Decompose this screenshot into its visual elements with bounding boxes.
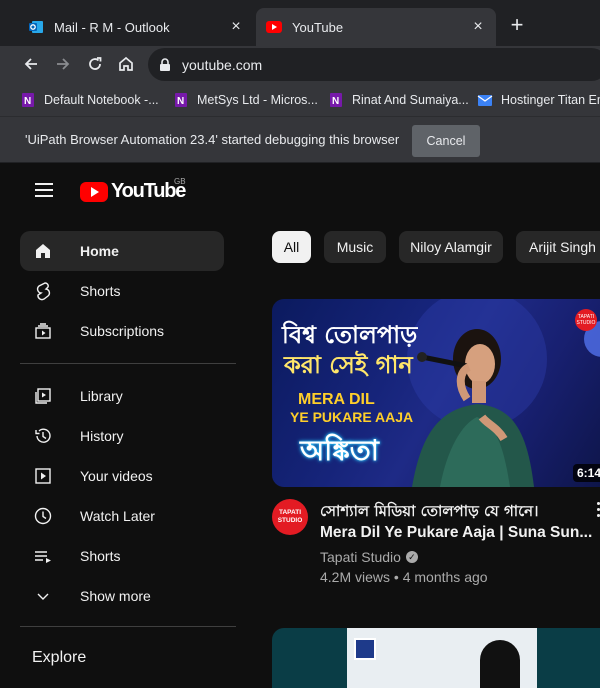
sidebar-item-label: Library — [80, 388, 123, 404]
meta-separator: • — [393, 569, 403, 585]
playlist-icon — [32, 546, 54, 566]
tab-title: Mail - R M - Outlook — [54, 19, 170, 35]
sidebar-item-label: Shorts — [80, 283, 121, 299]
cancel-button[interactable]: Cancel — [412, 125, 480, 157]
video-thumbnail[interactable] — [272, 628, 600, 688]
close-icon[interactable]: × — [470, 19, 486, 35]
forward-arrow-icon[interactable] — [52, 53, 74, 75]
upload-age: 4 months ago — [402, 569, 488, 585]
sidebar-item-show-more[interactable]: Show more — [20, 576, 224, 616]
svg-text:N: N — [332, 96, 339, 107]
library-icon — [32, 386, 54, 406]
sidebar-item-shorts-playlist[interactable]: Shorts — [20, 536, 224, 576]
sidebar-item-label: Shorts — [80, 548, 121, 564]
debugging-message: 'UiPath Browser Automation 23.4' started… — [25, 132, 400, 147]
browser-tab-strip: Mail - R M - Outlook × YouTube × + — [0, 0, 600, 46]
bookmark-item[interactable]: Hostinger Titan Em — [477, 91, 600, 109]
bookmarks-bar: N Default Notebook -... N MetSys Ltd - M… — [0, 83, 600, 117]
address-bar[interactable]: youtube.com — [148, 48, 600, 81]
bookmark-label: Hostinger Titan Em — [501, 93, 600, 107]
reload-icon[interactable] — [84, 53, 106, 75]
bookmark-label: Default Notebook -... — [44, 93, 159, 107]
explore-heading: Explore — [32, 649, 87, 666]
shorts-icon — [32, 281, 54, 301]
hamburger-menu-icon[interactable] — [35, 183, 53, 197]
chip-all[interactable]: All — [272, 231, 311, 263]
subscriptions-icon — [32, 321, 54, 341]
close-icon[interactable]: × — [228, 19, 244, 35]
youtube-page: YouTube GB Home Shorts Subscriptions Lib… — [7, 163, 600, 688]
chip-arijit-singh[interactable]: Arijit Singh — [516, 231, 600, 263]
outlook-icon — [28, 19, 44, 35]
bookmark-item[interactable]: N Default Notebook -... — [20, 91, 159, 109]
home-icon — [32, 241, 54, 261]
mail-icon — [477, 92, 493, 108]
view-count: 4.2M views — [320, 569, 391, 585]
channel-name-row[interactable]: Tapati Studio ✓ — [320, 549, 418, 565]
tab-youtube[interactable]: YouTube × — [256, 8, 496, 46]
lock-icon[interactable] — [158, 57, 172, 72]
channel-name: Tapati Studio — [320, 549, 401, 565]
channel-watermark: TAPATI STUDIO — [575, 309, 597, 331]
onenote-icon: N — [328, 92, 344, 108]
chevron-down-icon — [32, 586, 54, 606]
sidebar-item-library[interactable]: Library — [20, 376, 224, 416]
home-icon[interactable] — [115, 53, 137, 75]
youtube-play-icon — [80, 181, 108, 202]
thumbnail-caption: করা সেই গান — [284, 351, 413, 379]
video-title-continued[interactable]: Mera Dil Ye Pukare Aaja | Suna Sun... — [320, 524, 592, 542]
video-thumbnail[interactable]: বিশ্ব তোলপাড় করা সেই গান MERA DIL YE PU… — [272, 299, 600, 487]
sidebar-divider — [20, 626, 236, 627]
youtube-icon — [266, 19, 282, 35]
new-tab-button[interactable]: + — [504, 13, 530, 39]
youtube-logo[interactable]: YouTube GB — [80, 177, 186, 203]
sidebar-divider — [20, 363, 236, 364]
video-metadata: 4.2M views • 4 months ago — [320, 569, 488, 585]
tab-title: YouTube — [292, 19, 344, 35]
your-videos-icon — [32, 466, 54, 486]
onenote-icon: N — [20, 92, 36, 108]
video-duration: 6:14 — [573, 464, 600, 482]
sidebar-item-home[interactable]: Home — [20, 231, 224, 271]
sidebar-item-your-videos[interactable]: Your videos — [20, 456, 224, 496]
svg-text:N: N — [177, 96, 184, 107]
sidebar-item-label: Subscriptions — [80, 323, 165, 339]
country-code: GB — [174, 177, 186, 186]
history-icon — [32, 426, 54, 446]
channel-avatar[interactable]: TAPATI STUDIO — [272, 499, 308, 535]
bookmark-item[interactable]: N MetSys Ltd - Micros... — [173, 91, 318, 109]
sidebar-item-subscriptions[interactable]: Subscriptions — [20, 311, 224, 351]
sidebar-item-label: History — [80, 428, 124, 444]
video-title[interactable]: সোশ্যাল মিডিয়া তোলপাড় যে গানে। — [320, 500, 538, 525]
sidebar-item-watch-later[interactable]: Watch Later — [20, 496, 224, 536]
browser-toolbar: youtube.com — [0, 46, 600, 83]
thumbnail-logo — [354, 638, 376, 660]
thumbnail-caption: অঙ্কিতা — [300, 434, 379, 467]
url-text: youtube.com — [182, 56, 263, 73]
bookmark-label: Rinat And Sumaiya... — [352, 93, 469, 107]
sidebar-item-label: Home — [80, 243, 119, 259]
back-arrow-icon[interactable] — [20, 53, 42, 75]
bookmark-item[interactable]: N Rinat And Sumaiya... — [328, 91, 469, 109]
chip-niloy-alamgir[interactable]: Niloy Alamgir — [399, 231, 503, 263]
onenote-icon: N — [173, 92, 189, 108]
tab-outlook[interactable]: Mail - R M - Outlook × — [18, 8, 254, 46]
sidebar-item-history[interactable]: History — [20, 416, 224, 456]
watch-later-icon — [32, 506, 54, 526]
chip-music[interactable]: Music — [324, 231, 386, 263]
sidebar-item-label: Show more — [80, 588, 151, 604]
sidebar-item-label: Watch Later — [80, 508, 155, 524]
sidebar-item-shorts[interactable]: Shorts — [20, 271, 224, 311]
svg-text:N: N — [24, 96, 31, 107]
verified-check-icon: ✓ — [405, 551, 418, 563]
sidebar-item-label: Your videos — [80, 468, 153, 484]
thumbnail-caption: MERA DIL — [298, 391, 375, 408]
bookmark-label: MetSys Ltd - Micros... — [197, 93, 318, 107]
thumbnail-caption: YE PUKARE AAJA — [290, 409, 414, 425]
debugging-infobar: 'UiPath Browser Automation 23.4' started… — [0, 117, 600, 163]
